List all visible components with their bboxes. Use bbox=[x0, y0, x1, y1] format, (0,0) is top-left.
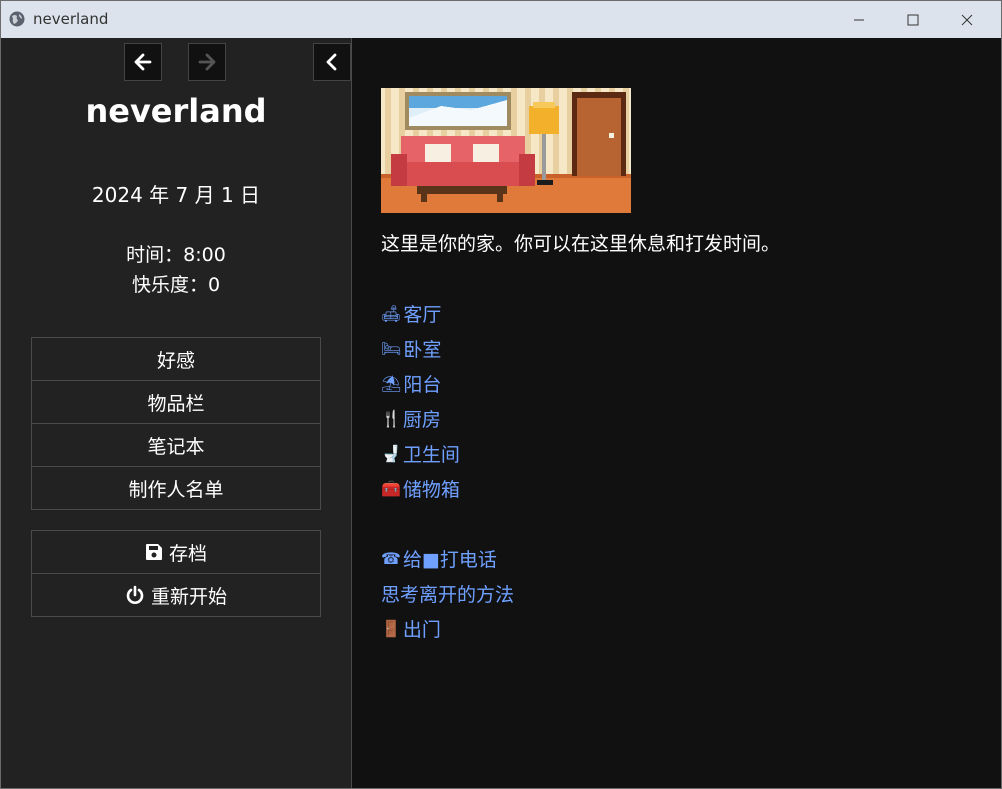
room-link-label: 卫生间 bbox=[402, 444, 460, 466]
happiness-stat: 快乐度：0 bbox=[131, 274, 221, 296]
menu-affection[interactable]: 好感 bbox=[32, 338, 320, 381]
action-link-go-out[interactable]: 🚪 出门 bbox=[381, 615, 441, 642]
action-link-label: 给■打电话 bbox=[402, 549, 497, 571]
close-button[interactable] bbox=[941, 1, 993, 38]
room-link-living-room[interactable]: 🛋 客厅 bbox=[381, 300, 441, 327]
action-link-phone-call[interactable]: ☎ 给■打电话 bbox=[381, 545, 497, 572]
close-icon bbox=[961, 14, 973, 25]
back-button[interactable] bbox=[124, 43, 162, 81]
story-title: neverland bbox=[85, 92, 267, 130]
room-link-label: 客厅 bbox=[403, 304, 442, 326]
action-link-think-escape[interactable]: 思考离开的方法 bbox=[381, 580, 514, 607]
game-time: 时间：8:00 bbox=[126, 244, 226, 266]
globe-icon bbox=[9, 11, 25, 27]
game-date: 2024 年 7 月 1 日 bbox=[91, 183, 261, 207]
save-label: 存档 bbox=[168, 542, 207, 565]
menu-inventory[interactable]: 物品栏 bbox=[32, 381, 320, 424]
telephone-icon: ☎ bbox=[381, 549, 401, 568]
maximize-icon bbox=[907, 14, 919, 25]
restart-button[interactable]: 重新开始 bbox=[32, 574, 320, 616]
passage-description: 这里是你的家。你可以在这里休息和打发时间。 bbox=[381, 233, 781, 255]
collapse-sidebar-button[interactable] bbox=[313, 43, 351, 81]
maximize-button[interactable] bbox=[887, 1, 939, 38]
umbrella-icon: ⛱ bbox=[381, 374, 402, 393]
arrow-right-icon bbox=[198, 53, 216, 71]
sidebar-menu: 好感 物品栏 笔记本 制作人名单 bbox=[31, 337, 321, 510]
arrow-left-icon bbox=[134, 53, 152, 71]
toilet-icon: 🚽 bbox=[381, 444, 401, 463]
living-room-image bbox=[381, 88, 631, 213]
save-button[interactable]: 存档 bbox=[32, 531, 320, 574]
sidebar: neverland 2024 年 7 月 1 日 时间：8:00 快乐度：0 好… bbox=[1, 38, 352, 788]
app-window: neverland neverland 2024 年 7 月 1 日 时间：8:… bbox=[0, 0, 1002, 789]
minimize-button[interactable] bbox=[833, 1, 885, 38]
action-link-label: 思考离开的方法 bbox=[381, 584, 515, 606]
floppy-disk-icon bbox=[145, 544, 162, 560]
room-link-bedroom[interactable]: 🛏 卧室 bbox=[381, 335, 441, 362]
room-link-label: 卧室 bbox=[403, 339, 442, 361]
menu-notebook[interactable]: 笔记本 bbox=[32, 424, 320, 467]
toolbox-icon: 🧰 bbox=[381, 479, 401, 498]
chevron-left-icon bbox=[326, 53, 337, 71]
room-link-label: 储物箱 bbox=[402, 479, 460, 501]
room-link-label: 厨房 bbox=[402, 409, 441, 431]
door-icon: 🚪 bbox=[381, 619, 401, 638]
passage-area: 这里是你的家。你可以在这里休息和打发时间。 🛋 客厅 🛏 卧室 ⛱ 阳台 🍴 厨… bbox=[352, 38, 1001, 788]
restart-label: 重新开始 bbox=[150, 585, 227, 608]
power-icon bbox=[126, 585, 144, 604]
minimize-icon bbox=[854, 19, 864, 20]
room-link-balcony[interactable]: ⛱ 阳台 bbox=[381, 370, 441, 397]
room-link-kitchen[interactable]: 🍴 厨房 bbox=[381, 405, 441, 432]
action-link-label: 出门 bbox=[402, 619, 441, 641]
window-title: neverland bbox=[33, 10, 109, 28]
bed-icon: 🛏 bbox=[381, 339, 402, 358]
room-link-storage[interactable]: 🧰 储物箱 bbox=[381, 475, 460, 502]
room-link-label: 阳台 bbox=[403, 374, 442, 396]
room-link-bathroom[interactable]: 🚽 卫生间 bbox=[381, 440, 460, 467]
sofa-icon: 🛋 bbox=[381, 304, 402, 323]
sidebar-actions: 存档 重新开始 bbox=[31, 530, 321, 617]
title-bar: neverland bbox=[1, 1, 1001, 38]
forward-button[interactable] bbox=[188, 43, 226, 81]
menu-credits[interactable]: 制作人名单 bbox=[32, 467, 320, 509]
fork-knife-icon: 🍴 bbox=[381, 409, 401, 428]
